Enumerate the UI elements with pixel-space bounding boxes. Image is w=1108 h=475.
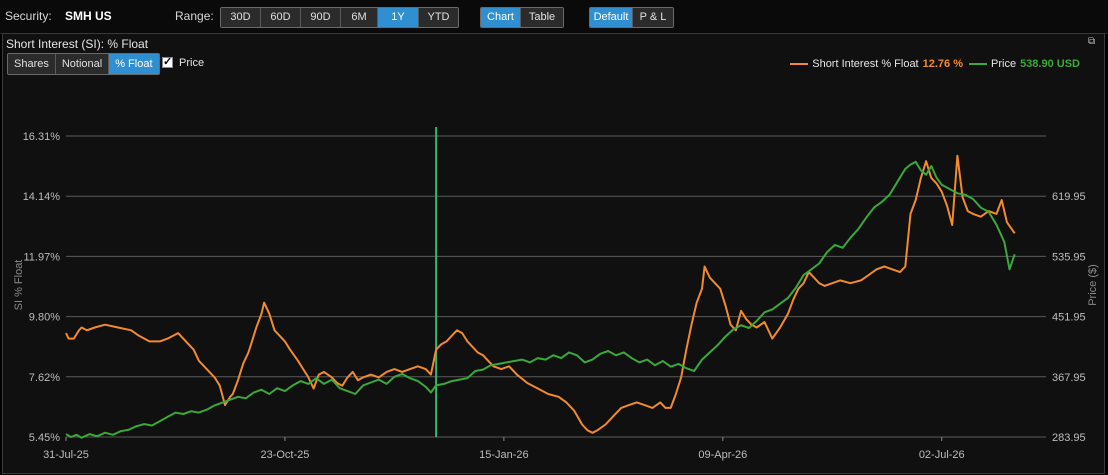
view-button-chart[interactable]: Chart [481, 8, 521, 27]
chart-panel: Short Interest (SI): % Float ⧉ Shares Not… [2, 33, 1105, 474]
range-label: Range: [175, 9, 214, 23]
legend: Short Interest % Float 12.76 % Price 538… [790, 58, 1086, 70]
mode-button-default[interactable]: Default [590, 8, 633, 27]
restore-window-icon[interactable]: ⧉ [1088, 37, 1098, 47]
view-button-table[interactable]: Table [521, 8, 563, 27]
si-legend-name: Short Interest % Float [812, 58, 919, 70]
range-selector: 30D 60D 90D 6M 1Y YTD [220, 7, 459, 28]
measure-selector: Shares Notional% Float [7, 53, 160, 75]
measure-button-notional[interactable]: Notional [55, 54, 110, 74]
measure-button-float[interactable]: % Float [109, 54, 159, 74]
measure-button-shares[interactable]: Shares [8, 54, 56, 74]
si-legend-swatch [790, 63, 809, 65]
range-button-30d[interactable]: 30D [221, 8, 261, 27]
range-button-90d[interactable]: 90D [301, 8, 341, 27]
security-label: Security: [5, 9, 52, 23]
panel-title: Short Interest (SI): % Float [6, 37, 149, 51]
si-legend-value: 12.76 % [922, 58, 963, 70]
view-selector: Chart Table [480, 7, 564, 28]
range-button-ytd[interactable]: YTD [419, 8, 458, 27]
range-button-60d[interactable]: 60D [261, 8, 301, 27]
price-legend-name: Price [991, 58, 1017, 70]
mode-button-p-l[interactable]: P & L [633, 8, 673, 27]
range-button-6m[interactable]: 6M [341, 8, 378, 27]
mode-selector: Default P & L [589, 7, 674, 28]
price-checkbox[interactable] [162, 55, 173, 68]
price-legend-value: 538.90 USD [1020, 58, 1080, 70]
range-button-1y[interactable]: 1Y [378, 8, 419, 27]
toolbar: Security: SMH US Range: 30D 60D 90D 6M 1Y YTD… [0, 0, 1108, 34]
price-legend-swatch [969, 63, 987, 65]
price-checkbox-label: Price [179, 57, 205, 69]
security-value[interactable]: SMH US [65, 9, 112, 23]
